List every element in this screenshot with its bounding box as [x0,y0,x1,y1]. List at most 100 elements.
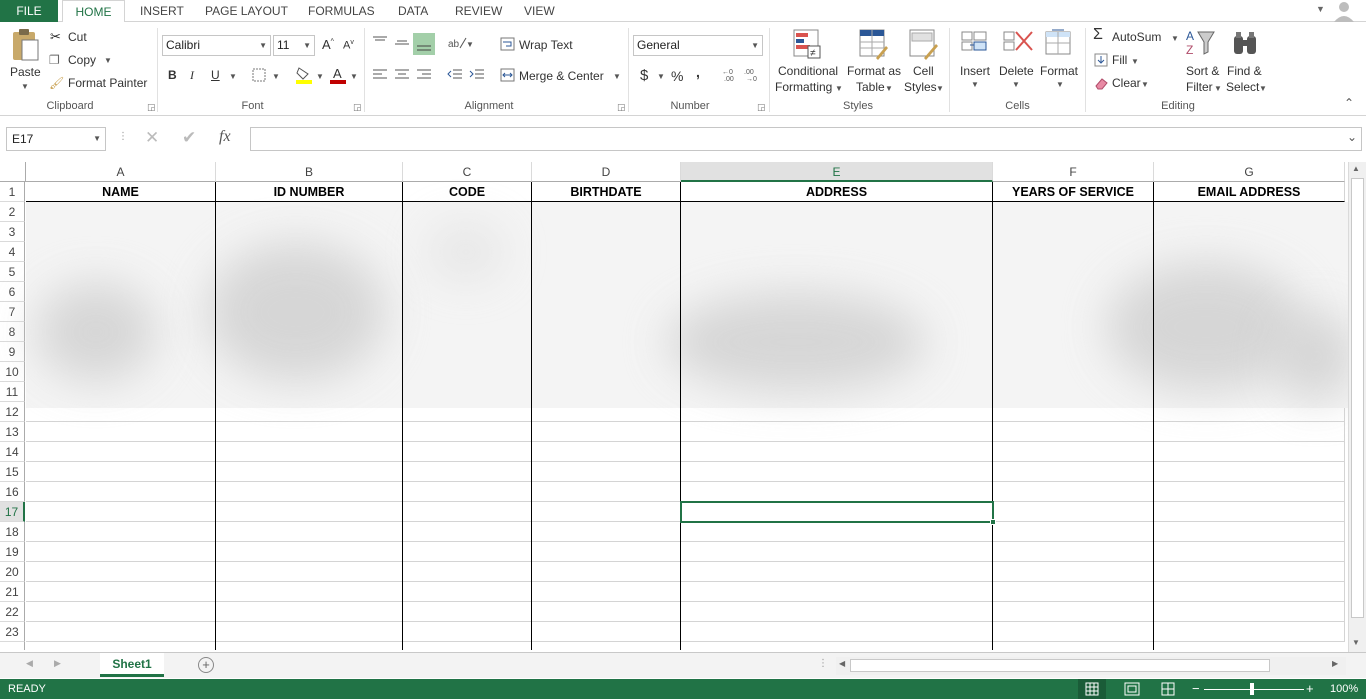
grid-cell[interactable] [993,542,1154,562]
grid-cell[interactable] [403,502,532,522]
grid-cell[interactable] [216,462,403,482]
scroll-up-icon[interactable]: ▲ [1352,164,1360,173]
grid-cell[interactable] [681,442,993,462]
new-sheet-icon[interactable]: + [198,657,214,673]
format-as-table-icon[interactable] [858,28,888,63]
increase-decimal-icon[interactable]: ←0.00 [722,68,740,85]
spreadsheet-grid[interactable]: ABCDEFG 1 2 3 4 5 6 7 8 9 10 11 12 13 14 15 16 17 18 19 20 2… [0,162,1348,650]
paste-button[interactable]: Paste [10,65,41,79]
font-size-select[interactable]: 11 ▼ [273,35,315,56]
bold-button[interactable]: B [168,68,177,82]
column-header-a[interactable]: A [26,162,216,182]
header-cell-b[interactable]: ID NUMBER [216,182,403,202]
column-header-d[interactable]: D [532,162,681,182]
column-header-f[interactable]: F [993,162,1154,182]
row-header-14[interactable]: 14 [0,442,25,462]
orientation-dropdown-icon[interactable]: ▼ [466,40,474,49]
copy-button[interactable]: Copy [68,53,96,67]
select-all-corner[interactable] [0,162,26,182]
grid-cell[interactable] [216,622,403,642]
grid-cell[interactable] [26,442,216,462]
format-as-table-button[interactable]: Format as [847,64,901,78]
header-cell-f[interactable]: YEARS OF SERVICE [993,182,1154,202]
delete-dropdown-icon[interactable]: ▼ [1012,80,1020,89]
row-header-3[interactable]: 3 [0,222,25,242]
grid-cell[interactable] [532,482,681,502]
grid-cell[interactable] [216,482,403,502]
fill-icon[interactable] [1094,53,1108,70]
grid-cell[interactable] [993,462,1154,482]
copy-icon[interactable]: ❐ [49,53,60,67]
font-launcher-icon[interactable]: ◲ [353,102,362,113]
grid-cell[interactable] [532,442,681,462]
tab-review[interactable]: REVIEW [447,0,510,22]
clear-icon[interactable] [1094,76,1108,93]
grid-cell[interactable] [993,602,1154,622]
grid-cell[interactable] [216,442,403,462]
column-header-g[interactable]: G [1154,162,1345,182]
grid-cell[interactable] [1154,522,1345,542]
sort-filter-button[interactable]: Sort & [1186,64,1219,78]
grid-cell[interactable] [26,582,216,602]
row-header-5[interactable]: 5 [0,262,25,282]
cancel-entry-icon[interactable]: ✕ [145,128,159,148]
scroll-right-icon[interactable]: ▶ [1332,659,1338,668]
tab-split-handle-icon[interactable]: ⋮ [818,658,828,669]
row-header-12[interactable]: 12 [0,402,25,422]
grid-cell[interactable] [681,582,993,602]
row-header-4[interactable]: 4 [0,242,25,262]
active-cell-e17[interactable] [680,501,994,523]
grid-cell[interactable] [532,602,681,622]
grid-cell[interactable] [403,602,532,622]
grid-cell[interactable] [403,562,532,582]
font-color-icon[interactable]: A [330,66,346,87]
find-select-icon[interactable] [1232,30,1260,61]
cell-styles-button[interactable]: Cell [913,64,934,78]
vertical-scrollbar[interactable]: ▲ ▼ [1348,162,1366,652]
currency-dropdown-icon[interactable]: ▼ [657,72,665,81]
tab-page-layout[interactable]: PAGE LAYOUT [197,0,296,22]
wrap-text-button[interactable]: Wrap Text [519,38,573,52]
grid-cell[interactable] [1154,582,1345,602]
grid-cell[interactable] [993,442,1154,462]
grid-cell[interactable] [993,562,1154,582]
row-header-2[interactable]: 2 [0,202,25,222]
format-dropdown-icon[interactable]: ▼ [1056,80,1064,89]
grid-cell[interactable] [216,522,403,542]
row-header-13[interactable]: 13 [0,422,25,442]
font-name-select[interactable]: Calibri ▼ [162,35,271,56]
paste-dropdown-icon[interactable]: ▼ [21,82,29,91]
tab-formulas[interactable]: FORMULAS [300,0,383,22]
header-cell-g[interactable]: EMAIL ADDRESS [1154,182,1345,202]
vertical-scroll-thumb[interactable] [1351,178,1364,618]
column-header-c[interactable]: C [403,162,532,182]
ribbon-options-icon[interactable]: ▼ [1316,4,1325,14]
grid-cell[interactable] [1154,542,1345,562]
grid-cell[interactable] [532,462,681,482]
row-header-partial[interactable] [0,642,25,650]
grid-cell[interactable] [681,462,993,482]
zoom-slider-track[interactable] [1204,689,1304,690]
bottom-align-icon[interactable] [413,33,435,55]
row-header-8[interactable]: 8 [0,322,25,342]
grid-cell[interactable] [681,562,993,582]
row-header-23[interactable]: 23 [0,622,25,642]
grid-cell[interactable] [681,542,993,562]
grid-cell[interactable] [993,482,1154,502]
grid-cell[interactable] [26,542,216,562]
page-break-view-icon[interactable] [1154,679,1182,699]
delete-cells-icon[interactable] [1002,28,1034,63]
grid-cell[interactable] [1154,562,1345,582]
grid-cell[interactable] [216,562,403,582]
grid-cell[interactable] [26,622,216,642]
collapse-ribbon-icon[interactable]: ⌃ [1344,96,1354,110]
grid-cell[interactable] [26,602,216,622]
grid-cell[interactable] [26,422,216,442]
conditional-formatting-button[interactable]: Conditional [778,64,838,78]
wrap-text-icon[interactable] [500,37,516,54]
grid-cell[interactable] [403,422,532,442]
align-right-icon[interactable] [416,68,432,83]
clipboard-launcher-icon[interactable]: ◲ [147,102,156,113]
paste-icon[interactable] [10,28,40,67]
tab-home[interactable]: HOME [62,0,125,23]
